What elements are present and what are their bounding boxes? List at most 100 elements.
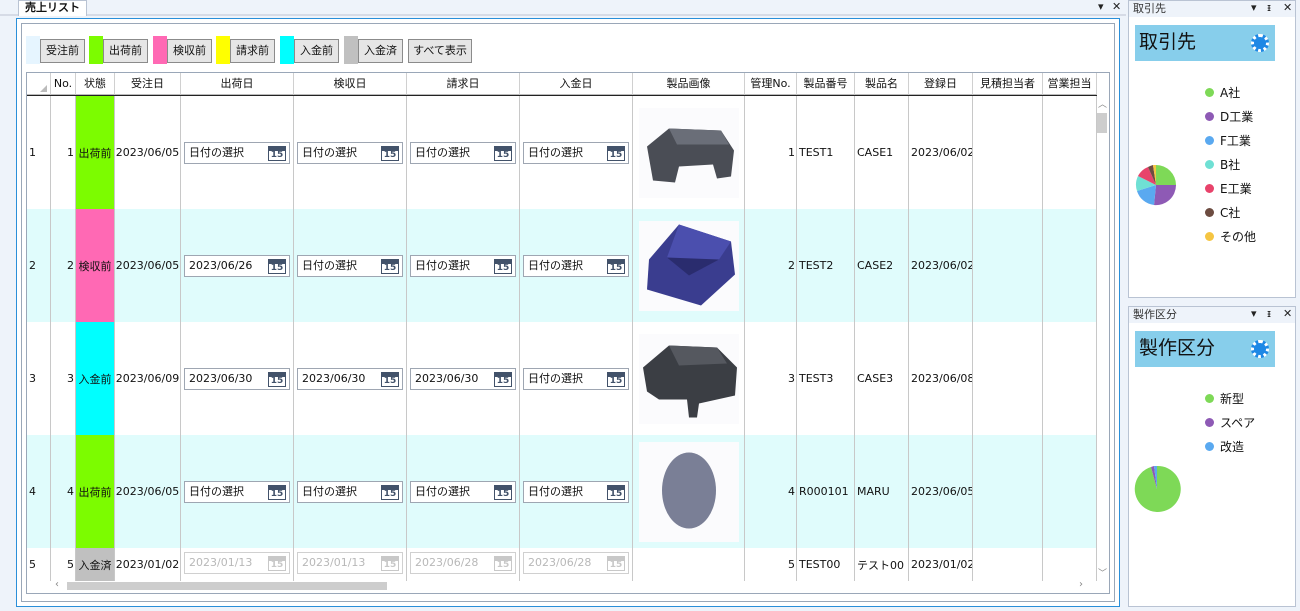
tab-sales-list[interactable]: 売上リスト — [18, 0, 87, 16]
production-type-panel: 製作区分 ▾ ᵻ ✕ 製作区分 新型 スペア 改造 — [1128, 306, 1296, 607]
column-header[interactable]: 出荷日 — [181, 73, 294, 95]
panel-close-icon[interactable]: ✕ — [1283, 307, 1292, 321]
grid-corner[interactable] — [27, 73, 51, 95]
status-cell: 検収前 — [76, 209, 115, 322]
gear-icon[interactable] — [1251, 34, 1269, 52]
calendar-icon[interactable]: 15 — [494, 372, 512, 387]
cell-no: 5 — [51, 548, 76, 581]
date-picker[interactable]: 日付の選択 15 — [523, 481, 629, 503]
calendar-icon[interactable]: 15 — [381, 259, 399, 274]
calendar-icon[interactable]: 15 — [607, 485, 625, 500]
column-header[interactable]: 請求日 — [407, 73, 520, 95]
calendar-icon[interactable]: 15 — [381, 556, 399, 571]
table-row[interactable]: 2 2 検収前 2023/06/05 2023/06/26 15 日付の選択 15 日付の選択 1… — [27, 209, 1097, 322]
legend-dot — [1205, 208, 1214, 217]
column-header[interactable]: 見積担当者 — [973, 73, 1043, 95]
filter-button[interactable]: 請求前 — [230, 39, 275, 63]
calendar-icon[interactable]: 15 — [268, 372, 286, 387]
column-header[interactable]: 検収日 — [294, 73, 407, 95]
column-header[interactable]: 製品画像 — [633, 73, 745, 95]
scroll-up-icon[interactable]: ︿ — [1098, 97, 1107, 110]
table-row[interactable]: 5 5 入金済 2023/01/02 2023/01/13 15 2023/01/13 15 2… — [27, 548, 1097, 581]
column-header[interactable]: 登録日 — [909, 73, 973, 95]
cell-no: 2 — [51, 209, 76, 322]
date-picker[interactable]: 2023/06/30 15 — [297, 368, 403, 390]
date-picker[interactable]: 日付の選択 15 — [410, 142, 516, 164]
date-picker[interactable]: 日付の選択 15 — [523, 142, 629, 164]
date-picker[interactable]: 日付の選択 15 — [410, 481, 516, 503]
vertical-scrollbar[interactable]: ︿ ﹀ — [1095, 95, 1109, 581]
calendar-icon[interactable]: 15 — [381, 146, 399, 161]
date-picker[interactable]: 日付の選択 15 — [523, 255, 629, 277]
calendar-icon[interactable]: 15 — [381, 372, 399, 387]
cell-register-date: 2023/06/05 — [909, 435, 973, 548]
date-picker[interactable]: 日付の選択 15 — [184, 481, 290, 503]
date-picker[interactable]: 日付の選択 15 — [410, 255, 516, 277]
date-picker[interactable]: 2023/06/28 15 — [523, 552, 629, 574]
calendar-icon[interactable]: 15 — [607, 556, 625, 571]
date-picker[interactable]: 日付の選択 15 — [184, 142, 290, 164]
tab-close-icon[interactable]: ✕ — [1112, 0, 1121, 14]
date-picker[interactable]: 2023/06/30 15 — [410, 368, 516, 390]
scroll-down-icon[interactable]: ﹀ — [1098, 566, 1107, 579]
column-header[interactable]: 管理No. — [745, 73, 797, 95]
calendar-icon[interactable]: 15 — [381, 485, 399, 500]
filter-button[interactable]: 受注前 — [40, 39, 85, 63]
date-picker[interactable]: 2023/01/13 15 — [184, 552, 290, 574]
date-picker[interactable]: 2023/06/26 15 — [184, 255, 290, 277]
legend-item: B社 — [1205, 157, 1240, 173]
column-header[interactable]: 状態 — [76, 73, 115, 95]
show-all-button[interactable]: すべて表示 — [408, 39, 472, 63]
product-image — [638, 441, 739, 542]
legend-item: 新型 — [1205, 391, 1244, 407]
cell-sales-rep — [1043, 96, 1097, 209]
column-header[interactable]: 受注日 — [115, 73, 181, 95]
calendar-icon[interactable]: 15 — [268, 556, 286, 571]
tab-dropdown-icon[interactable]: ▾ — [1098, 0, 1104, 14]
filter-button[interactable]: 入金済 — [358, 39, 403, 63]
date-picker[interactable]: 日付の選択 15 — [297, 142, 403, 164]
calendar-icon[interactable]: 15 — [268, 485, 286, 500]
pin-icon[interactable]: ᵻ — [1267, 307, 1271, 321]
date-picker[interactable]: 日付の選択 15 — [297, 255, 403, 277]
product-image-cell — [633, 96, 745, 209]
column-header[interactable]: No. — [51, 73, 76, 95]
calendar-icon[interactable]: 15 — [268, 146, 286, 161]
calendar-icon[interactable]: 15 — [494, 146, 512, 161]
calendar-icon[interactable]: 15 — [607, 372, 625, 387]
filter-button[interactable]: 出荷前 — [103, 39, 148, 63]
date-picker[interactable]: 2023/06/30 15 — [184, 368, 290, 390]
gear-icon[interactable] — [1251, 340, 1269, 358]
legend-item: スペア — [1205, 415, 1255, 431]
sales-grid[interactable]: ︿ ﹀ ‹ › No. 状態 受注日 出荷日 検収日 請求日 入金日 製品画像 管理No. 製品番… — [26, 72, 1110, 594]
panel-dropdown-icon[interactable]: ▾ — [1251, 307, 1257, 321]
date-picker[interactable]: 日付の選択 15 — [297, 481, 403, 503]
date-picker[interactable]: 2023/06/28 15 — [410, 552, 516, 574]
column-header[interactable]: 営業担当 — [1043, 73, 1097, 95]
date-picker-value: 日付の選択 — [415, 146, 470, 159]
cell-mgmt-no: 3 — [745, 322, 797, 435]
vertical-scroll-thumb[interactable] — [1097, 113, 1107, 133]
filter-button[interactable]: 入金前 — [294, 39, 339, 63]
table-row[interactable]: 3 3 入金前 2023/06/09 2023/06/30 15 2023/06/30 15 2… — [27, 322, 1097, 435]
column-header[interactable]: 入金日 — [520, 73, 633, 95]
date-picker[interactable]: 日付の選択 15 — [523, 368, 629, 390]
column-header[interactable]: 製品名 — [855, 73, 909, 95]
date-picker[interactable]: 2023/01/13 15 — [297, 552, 403, 574]
calendar-icon[interactable]: 15 — [494, 556, 512, 571]
panel-close-icon[interactable]: ✕ — [1283, 1, 1292, 15]
table-row[interactable]: 4 4 出荷前 2023/06/05 日付の選択 15 日付の選択 15 日付の選択 15 日付の選… — [27, 435, 1097, 548]
calendar-icon[interactable]: 15 — [494, 485, 512, 500]
date-picker-value: 日付の選択 — [528, 259, 583, 272]
pin-icon[interactable]: ᵻ — [1267, 1, 1271, 15]
horizontal-scroll-thumb[interactable] — [67, 582, 387, 590]
calendar-icon[interactable]: 15 — [607, 259, 625, 274]
horizontal-scrollbar[interactable]: ‹ › — [27, 579, 1097, 593]
calendar-icon[interactable]: 15 — [607, 146, 625, 161]
calendar-icon[interactable]: 15 — [268, 259, 286, 274]
column-header[interactable]: 製品番号 — [797, 73, 855, 95]
table-row[interactable]: 1 1 出荷前 2023/06/05 日付の選択 15 日付の選択 15 日付の選択 15 日付の選… — [27, 96, 1097, 209]
panel-dropdown-icon[interactable]: ▾ — [1251, 1, 1257, 15]
filter-button[interactable]: 検収前 — [167, 39, 212, 63]
calendar-icon[interactable]: 15 — [494, 259, 512, 274]
